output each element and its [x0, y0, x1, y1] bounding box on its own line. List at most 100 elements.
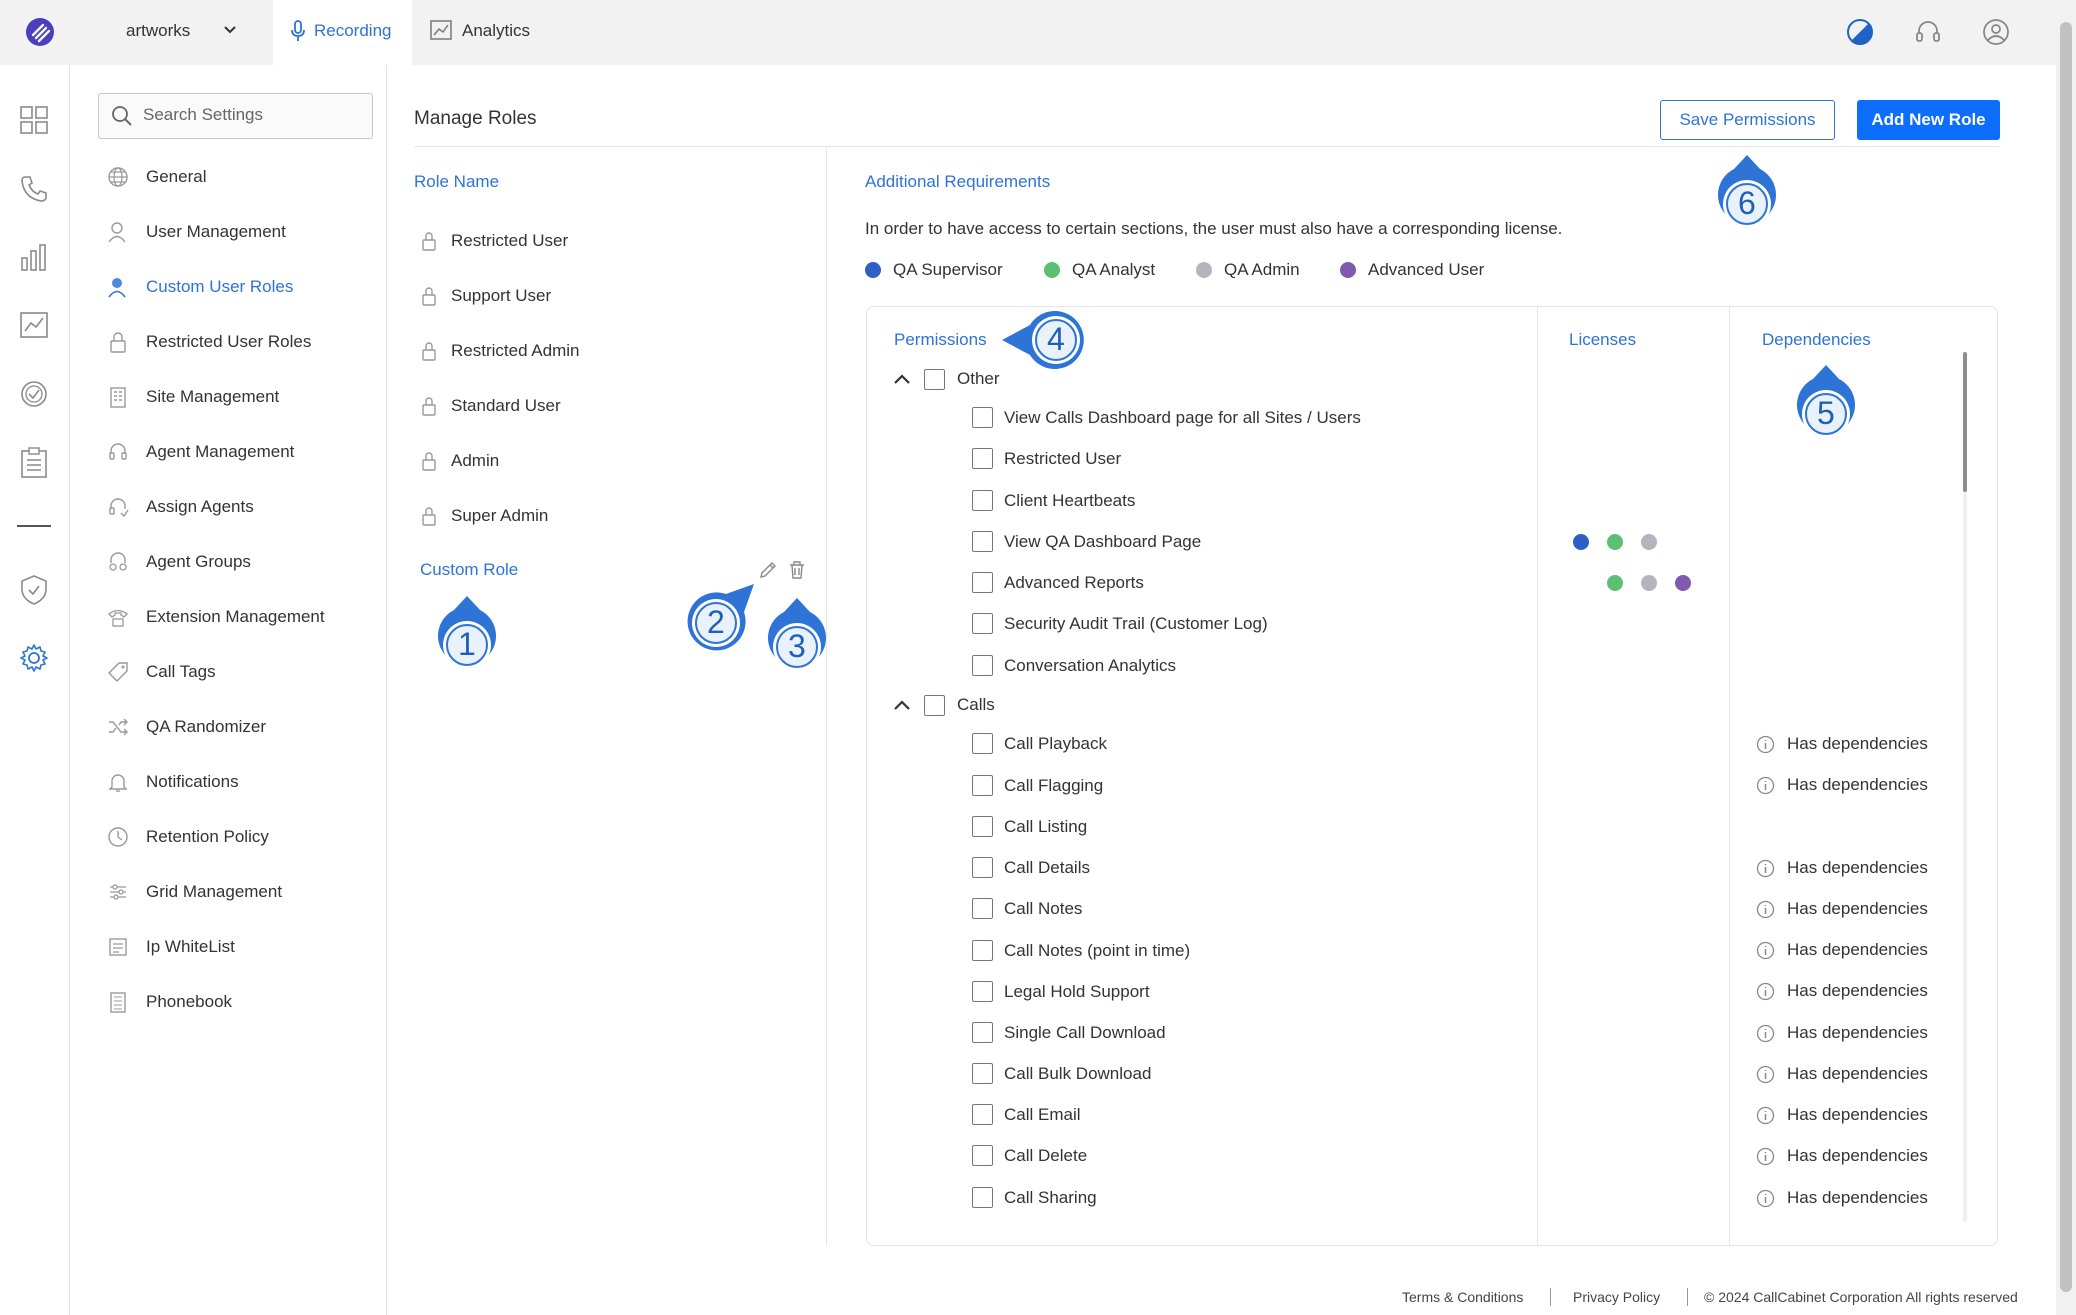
- custom-role-item[interactable]: Custom Role: [420, 560, 518, 580]
- org-name[interactable]: artworks: [126, 21, 190, 41]
- settings-item-notifications[interactable]: Notifications: [104, 767, 374, 797]
- group-checkbox-other[interactable]: [924, 369, 945, 390]
- permission-row[interactable]: View QA Dashboard Page: [972, 527, 1201, 557]
- permission-row[interactable]: Call Playback: [972, 729, 1107, 759]
- permission-checkbox[interactable]: [972, 531, 993, 552]
- role-item[interactable]: Admin: [421, 446, 499, 476]
- permission-checkbox[interactable]: [972, 898, 993, 919]
- settings-item-site-management[interactable]: Site Management: [104, 382, 374, 412]
- role-item[interactable]: Standard User: [421, 391, 561, 421]
- role-item[interactable]: Restricted Admin: [421, 336, 580, 366]
- permission-row[interactable]: Single Call Download: [972, 1018, 1166, 1048]
- permissions-scrollbar[interactable]: [1963, 352, 1967, 1222]
- permission-row[interactable]: Call Notes (point in time): [972, 936, 1190, 966]
- phone-icon[interactable]: [19, 174, 49, 204]
- permission-checkbox[interactable]: [972, 775, 993, 796]
- bar-chart-icon[interactable]: [19, 242, 49, 272]
- user-profile-icon[interactable]: [1982, 18, 2010, 46]
- role-item[interactable]: Super Admin: [421, 501, 548, 531]
- dependency-note[interactable]: Has dependencies: [1756, 732, 1928, 756]
- permission-row[interactable]: Legal Hold Support: [972, 977, 1150, 1007]
- settings-item-phonebook[interactable]: Phonebook: [104, 987, 374, 1017]
- group-checkbox-calls[interactable]: [924, 695, 945, 716]
- permission-checkbox[interactable]: [972, 981, 993, 1002]
- permission-row[interactable]: View Calls Dashboard page for all Sites …: [972, 403, 1361, 433]
- permission-checkbox[interactable]: [972, 407, 993, 428]
- permission-row[interactable]: Call Details: [972, 853, 1090, 883]
- permission-row[interactable]: Restricted User: [972, 444, 1121, 474]
- permission-checkbox[interactable]: [972, 1104, 993, 1125]
- dependency-note[interactable]: Has dependencies: [1756, 1062, 1928, 1086]
- dashboard-grid-icon[interactable]: [19, 105, 49, 135]
- settings-item-extension-management[interactable]: Extension Management: [104, 602, 374, 632]
- permission-row[interactable]: Client Heartbeats: [972, 486, 1135, 516]
- permission-row[interactable]: Security Audit Trail (Customer Log): [972, 609, 1268, 639]
- trash-icon[interactable]: [788, 560, 806, 580]
- settings-item-general[interactable]: General: [104, 162, 374, 192]
- dependency-note[interactable]: Has dependencies: [1756, 1021, 1928, 1045]
- permission-checkbox[interactable]: [972, 572, 993, 593]
- settings-item-qa-randomizer[interactable]: QA Randomizer: [104, 712, 374, 742]
- collapse-chevron-up-icon[interactable]: [893, 371, 911, 387]
- dependency-note[interactable]: Has dependencies: [1756, 1103, 1928, 1127]
- role-item[interactable]: Support User: [421, 281, 551, 311]
- permission-row[interactable]: Call Delete: [972, 1141, 1087, 1171]
- settings-item-user-management[interactable]: User Management: [104, 217, 374, 247]
- settings-item-restricted-user-roles[interactable]: Restricted User Roles: [104, 327, 374, 357]
- qa-check-icon[interactable]: [19, 379, 49, 409]
- settings-gear-icon[interactable]: [19, 643, 49, 673]
- search-input[interactable]: [143, 105, 363, 125]
- save-permissions-button[interactable]: Save Permissions: [1660, 100, 1835, 140]
- page-scrollbar[interactable]: [2056, 0, 2076, 1315]
- permission-checkbox[interactable]: [972, 655, 993, 676]
- search-settings[interactable]: [98, 93, 373, 139]
- terms-link[interactable]: Terms & Conditions: [1402, 1289, 1523, 1305]
- privacy-link[interactable]: Privacy Policy: [1573, 1289, 1660, 1305]
- support-headset-icon[interactable]: [1914, 18, 1942, 46]
- dependency-note[interactable]: Has dependencies: [1756, 1186, 1928, 1210]
- settings-item-grid-management[interactable]: Grid Management: [104, 877, 374, 907]
- permission-row[interactable]: Conversation Analytics: [972, 651, 1176, 681]
- role-item[interactable]: Restricted User: [421, 226, 568, 256]
- permission-checkbox[interactable]: [972, 613, 993, 634]
- edit-pencil-icon[interactable]: [758, 560, 778, 580]
- permission-row[interactable]: Call Listing: [972, 812, 1087, 842]
- permission-checkbox[interactable]: [972, 816, 993, 837]
- permission-row[interactable]: Call Flagging: [972, 771, 1103, 801]
- shield-check-icon[interactable]: [19, 574, 49, 606]
- dependency-note[interactable]: Has dependencies: [1756, 1144, 1928, 1168]
- collapse-chevron-up-icon[interactable]: [893, 697, 911, 713]
- permission-checkbox[interactable]: [972, 733, 993, 754]
- settings-item-call-tags[interactable]: Call Tags: [104, 657, 374, 687]
- settings-item-agent-groups[interactable]: Agent Groups: [104, 547, 374, 577]
- theme-toggle-icon[interactable]: [1846, 18, 1874, 46]
- tab-analytics[interactable]: Analytics: [462, 21, 530, 41]
- permission-checkbox[interactable]: [972, 1022, 993, 1043]
- dependency-note[interactable]: Has dependencies: [1756, 938, 1928, 962]
- dependency-note[interactable]: Has dependencies: [1756, 979, 1928, 1003]
- settings-item-assign-agents[interactable]: Assign Agents: [104, 492, 374, 522]
- chevron-down-icon[interactable]: [222, 22, 238, 38]
- settings-item-ip-whitelist[interactable]: Ip WhiteList: [104, 932, 374, 962]
- permission-checkbox[interactable]: [972, 490, 993, 511]
- permission-row[interactable]: Call Email: [972, 1100, 1081, 1130]
- permission-row[interactable]: Call Bulk Download: [972, 1059, 1151, 1089]
- settings-item-retention-policy[interactable]: Retention Policy: [104, 822, 374, 852]
- permission-checkbox[interactable]: [972, 857, 993, 878]
- permission-row[interactable]: Call Sharing: [972, 1183, 1097, 1213]
- scrollbar-thumb[interactable]: [2060, 22, 2072, 1292]
- settings-item-agent-management[interactable]: Agent Management: [104, 437, 374, 467]
- analytics-icon[interactable]: [19, 310, 49, 340]
- dependency-note[interactable]: Has dependencies: [1756, 773, 1928, 797]
- permission-checkbox[interactable]: [972, 448, 993, 469]
- add-new-role-button[interactable]: Add New Role: [1857, 100, 2000, 140]
- permission-checkbox[interactable]: [972, 1145, 993, 1166]
- permission-checkbox[interactable]: [972, 1063, 993, 1084]
- dependency-note[interactable]: Has dependencies: [1756, 897, 1928, 921]
- permission-checkbox[interactable]: [972, 940, 993, 961]
- permission-row[interactable]: Advanced Reports: [972, 568, 1144, 598]
- dependency-note[interactable]: Has dependencies: [1756, 856, 1928, 880]
- settings-item-custom-user-roles[interactable]: Custom User Roles: [104, 272, 374, 302]
- permission-checkbox[interactable]: [972, 1187, 993, 1208]
- permission-row[interactable]: Call Notes: [972, 894, 1082, 924]
